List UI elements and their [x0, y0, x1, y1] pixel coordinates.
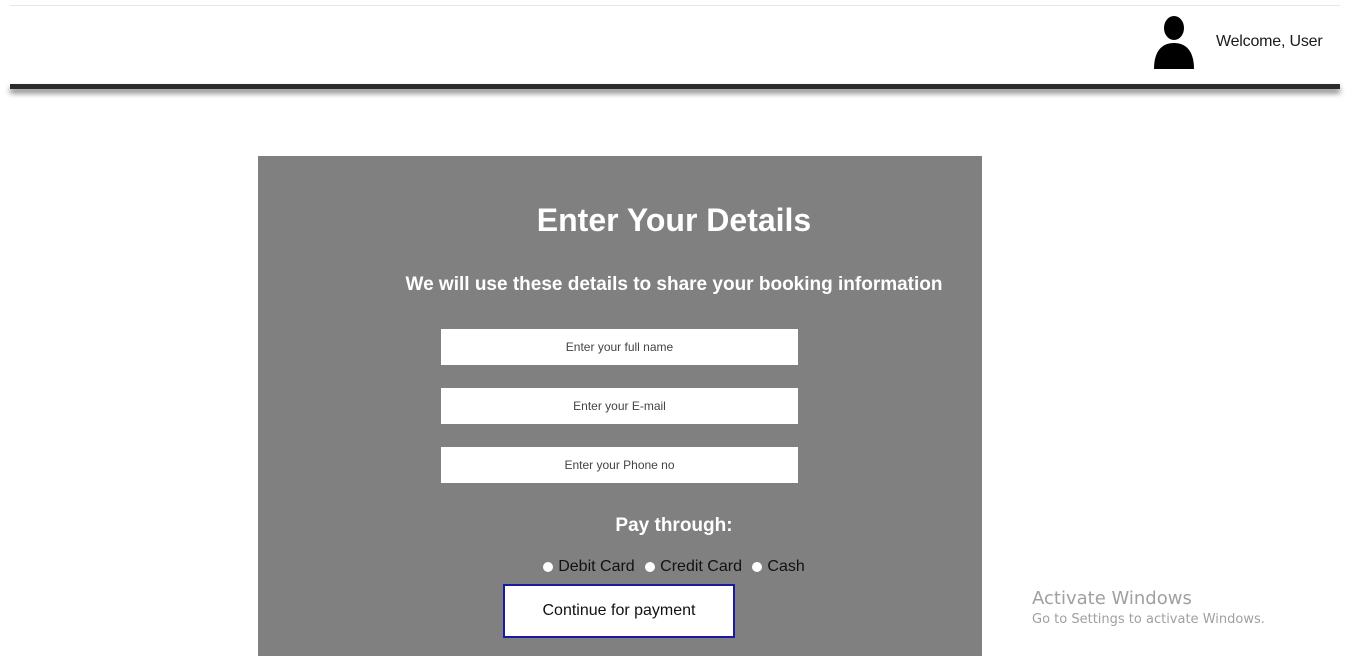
payment-options: Debit Card Credit Card Cash — [0, 558, 1348, 577]
radio-circle-icon[interactable] — [645, 562, 656, 572]
radio-label: Cash — [767, 558, 805, 575]
form-title: Enter Your Details — [536, 202, 812, 238]
email-input[interactable] — [441, 388, 798, 424]
form-subtitle: We will use these details to share your … — [405, 274, 943, 295]
radio-debit-card[interactable]: Debit Card — [543, 558, 635, 576]
radio-circle-icon[interactable] — [752, 562, 763, 572]
activate-windows-title: Activate Windows — [1032, 588, 1192, 609]
continue-payment-button[interactable]: Continue for payment — [503, 584, 735, 638]
radio-label: Credit Card — [660, 558, 742, 575]
activate-windows-subtitle: Go to Settings to activate Windows. — [1032, 612, 1265, 627]
full-name-input[interactable] — [441, 329, 798, 365]
radio-cash[interactable]: Cash — [752, 558, 805, 576]
radio-circle-icon[interactable] — [543, 562, 554, 572]
top-divider — [10, 5, 1340, 6]
user-silhouette-icon[interactable] — [1152, 15, 1196, 69]
user-area[interactable]: Welcome, User — [1152, 14, 1323, 70]
phone-input[interactable] — [441, 447, 798, 483]
activate-windows-watermark: Activate Windows Go to Settings to activ… — [1032, 588, 1265, 630]
header-bar — [10, 84, 1340, 89]
welcome-text: Welcome, User — [1216, 33, 1323, 50]
radio-label: Debit Card — [558, 558, 635, 575]
page: Welcome, User Enter Your Details We will… — [0, 0, 1348, 667]
pay-through-label: Pay through: — [615, 515, 733, 536]
radio-credit-card[interactable]: Credit Card — [645, 558, 742, 576]
